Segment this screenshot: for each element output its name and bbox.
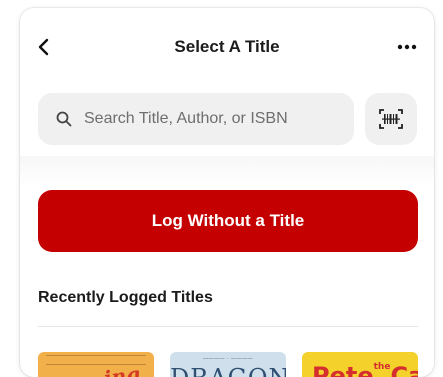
search-box[interactable] xyxy=(38,93,354,145)
recently-logged-heading: Recently Logged Titles xyxy=(38,289,213,306)
search-icon xyxy=(56,111,72,127)
book-cover-3[interactable]: PetetheCat xyxy=(302,352,418,377)
log-without-title-button[interactable]: Log Without a Title xyxy=(38,190,418,252)
cover-title: DRAGONS xyxy=(170,364,286,377)
more-horizontal-icon xyxy=(397,44,417,50)
header-bar: Select A Title xyxy=(20,8,434,84)
book-cover-2[interactable]: ———— · ———— DRAGONS xyxy=(170,352,286,377)
cover-title: PetetheCat xyxy=(312,362,418,377)
barcode-scan-icon xyxy=(379,109,403,129)
page-title: Select A Title xyxy=(174,37,280,56)
book-cover-1[interactable]: ing xyxy=(38,352,154,377)
section-divider xyxy=(20,156,434,186)
search-row xyxy=(20,84,434,156)
app-frame: Select A Title Search Title, Author, or … xyxy=(20,8,434,377)
barcode-scan-button[interactable] xyxy=(365,93,417,145)
more-options-button[interactable] xyxy=(394,38,420,56)
cover-author-line: ———— · ———— xyxy=(203,356,253,362)
search-input[interactable] xyxy=(84,110,344,128)
section-rule xyxy=(38,326,418,327)
